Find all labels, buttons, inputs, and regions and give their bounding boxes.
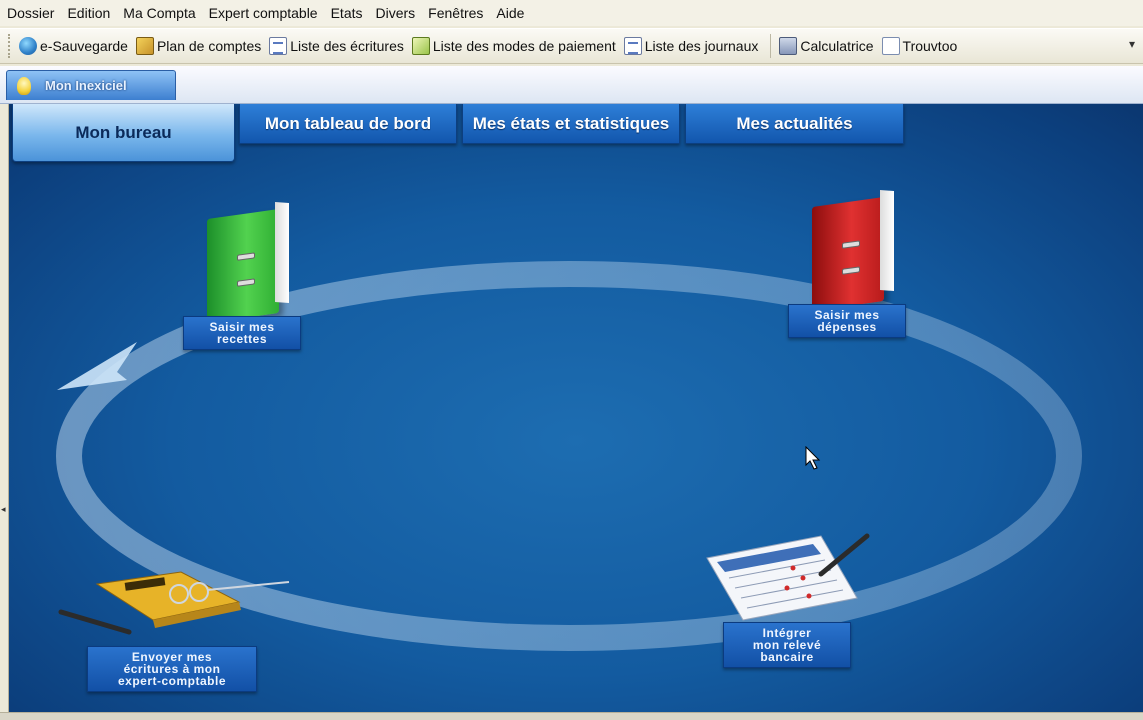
journal-icon	[623, 37, 642, 55]
menu-etats[interactable]: Etats	[326, 1, 371, 25]
green-binder-icon[interactable]	[207, 202, 289, 324]
compta-book-icon[interactable]	[57, 566, 297, 646]
tab-mes-etats-statistiques[interactable]: Mes états et statistiques	[462, 104, 680, 144]
tab-mes-etats-statistiques-label: Mes états et statistiques	[472, 113, 670, 133]
tab-mon-inexiciel[interactable]: Mon Inexiciel	[6, 70, 176, 100]
liste-modes-paiement-label: Liste des modes de paiement	[432, 38, 616, 54]
toolbar: e-Sauvegarde Plan de comptes Liste des é…	[0, 28, 1143, 64]
left-splitter[interactable]: ◂	[0, 104, 9, 716]
liste-journaux-label: Liste des journaux	[644, 38, 759, 54]
splitter-arrow-icon: ◂	[1, 504, 6, 514]
tab-mon-inexiciel-label: Mon Inexiciel	[45, 78, 127, 93]
toolbar-overflow-icon[interactable]: ▾	[1129, 37, 1135, 51]
calculatrice-button[interactable]: Calculatrice	[777, 32, 879, 60]
calculator-icon	[779, 37, 798, 55]
toolbar-grip[interactable]	[8, 34, 11, 58]
tab-mes-actualites-label: Mes actualités	[736, 113, 853, 133]
menu-edition[interactable]: Edition	[62, 1, 118, 25]
list-icon	[269, 37, 288, 55]
liste-journaux-button[interactable]: Liste des journaux	[622, 32, 765, 60]
tab-mon-tableau-de-bord[interactable]: Mon tableau de bord	[239, 104, 457, 144]
integrer-releve-button[interactable]: Intégrer mon relevé bancaire	[723, 622, 851, 668]
menu-divers[interactable]: Divers	[371, 1, 424, 25]
toolbar-separator	[770, 34, 772, 58]
tab-mon-tableau-de-bord-label: Mon tableau de bord	[264, 113, 432, 133]
trouvtoo-label: Trouvtoo	[902, 38, 958, 54]
tab-mon-bureau[interactable]: Mon bureau	[12, 104, 235, 162]
plan-de-comptes-button[interactable]: Plan de comptes	[134, 32, 267, 60]
menu-ma-compta[interactable]: Ma Compta	[118, 1, 203, 25]
document-tab-strip: Mon Inexiciel	[0, 66, 1143, 104]
bank-statement-icon[interactable]	[703, 528, 873, 628]
mouse-cursor-icon	[805, 446, 821, 470]
menu-expert-comptable[interactable]: Expert comptable	[204, 1, 326, 25]
status-bar	[0, 712, 1143, 720]
saisir-depenses-button[interactable]: Saisir mes dépenses	[788, 304, 906, 338]
trouvtoo-button[interactable]: Trouvtoo	[880, 32, 964, 60]
menu-aide[interactable]: Aide	[491, 1, 532, 25]
menu-bar: Dossier Edition Ma Compta Expert comptab…	[0, 0, 1143, 26]
saisir-recettes-button[interactable]: Saisir mes recettes	[183, 316, 301, 350]
calculatrice-label: Calculatrice	[800, 38, 874, 54]
dashboard-stage: Mon bureau Mon tableau de bord Mes états…	[9, 104, 1143, 716]
tab-mes-actualites[interactable]: Mes actualités	[685, 104, 904, 144]
envoyer-ecritures-button[interactable]: Envoyer mes écritures à mon expert-compt…	[87, 646, 257, 692]
menu-fenetres[interactable]: Fenêtres	[423, 1, 491, 25]
liste-ecritures-button[interactable]: Liste des écritures	[267, 32, 410, 60]
e-sauvegarde-button[interactable]: e-Sauvegarde	[17, 32, 134, 60]
globe-icon	[19, 37, 37, 55]
tab-mon-bureau-label: Mon bureau	[75, 122, 172, 142]
e-sauvegarde-label: e-Sauvegarde	[40, 38, 128, 54]
payment-icon	[411, 37, 430, 55]
liste-ecritures-label: Liste des écritures	[290, 38, 404, 54]
menu-dossier[interactable]: Dossier	[2, 1, 62, 25]
lightbulb-icon	[17, 76, 31, 95]
search-document-icon	[881, 37, 900, 55]
red-binder-icon[interactable]	[812, 190, 894, 312]
book-icon	[135, 37, 154, 55]
liste-modes-paiement-button[interactable]: Liste des modes de paiement	[410, 32, 622, 60]
plan-de-comptes-label: Plan de comptes	[156, 38, 262, 54]
